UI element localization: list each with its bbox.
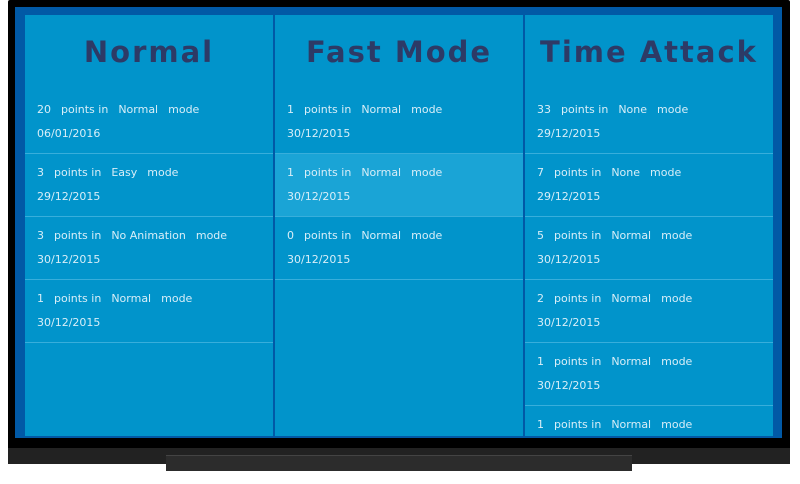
score-date: 06/01/2016	[37, 127, 101, 140]
score-date: 29/12/2015	[537, 190, 601, 203]
score-mode: Normal	[111, 292, 152, 305]
score-row[interactable]: 1 points in Normal mode 30/12/2015	[25, 280, 273, 343]
points-label: points in	[561, 103, 609, 116]
score-date: 30/12/2015	[537, 379, 601, 392]
mode-label: mode	[168, 103, 200, 116]
score-points: 0	[287, 229, 294, 242]
score-date: 30/12/2015	[287, 190, 351, 203]
score-mode: Normal	[361, 229, 402, 242]
points-label: points in	[554, 166, 602, 179]
score-row[interactable]: 1 points in Normal mode	[525, 406, 773, 436]
score-row[interactable]: 0 points in Normal mode 30/12/2015	[275, 217, 523, 280]
score-points: 3	[37, 229, 44, 242]
score-mode: Normal	[611, 418, 652, 431]
column-time-attack: Time Attack 33 points in None mode 29/12/20…	[525, 15, 773, 436]
column-fast-mode: Fast Mode 1 points in Normal mode 30/12/201…	[275, 15, 523, 436]
points-label: points in	[54, 166, 102, 179]
tv-stand	[166, 455, 632, 471]
score-row[interactable]: 3 points in Easy mode 29/12/2015	[25, 154, 273, 217]
score-row[interactable]: 2 points in Normal mode 30/12/2015	[525, 280, 773, 343]
score-date: 30/12/2015	[287, 127, 351, 140]
tv-screen: Normal 20 points in Normal mode 06/01/2016 …	[15, 7, 782, 438]
points-label: points in	[304, 166, 352, 179]
score-points: 20	[37, 103, 51, 116]
score-points: 1	[537, 355, 544, 368]
score-date: 29/12/2015	[37, 190, 101, 203]
mode-label: mode	[661, 292, 693, 305]
mode-label: mode	[650, 166, 682, 179]
score-points: 5	[537, 229, 544, 242]
score-date: 30/12/2015	[37, 316, 101, 329]
score-points: 2	[537, 292, 544, 305]
mode-label: mode	[661, 418, 693, 431]
score-row[interactable]: 3 points in No Animation mode 30/12/2015	[25, 217, 273, 280]
score-date: 29/12/2015	[537, 127, 601, 140]
score-date: 30/12/2015	[537, 316, 601, 329]
score-row[interactable]: 20 points in Normal mode 06/01/2016	[25, 91, 273, 154]
score-mode: Normal	[361, 103, 402, 116]
points-label: points in	[554, 229, 602, 242]
score-date: 30/12/2015	[537, 253, 601, 266]
score-points: 1	[37, 292, 44, 305]
mode-label: mode	[657, 103, 689, 116]
column-title: Time Attack	[540, 35, 758, 69]
score-mode: None	[618, 103, 648, 116]
column-normal: Normal 20 points in Normal mode 06/01/2016 …	[25, 15, 273, 436]
mode-label: mode	[411, 166, 443, 179]
column-title: Fast Mode	[305, 35, 493, 69]
mode-label: mode	[661, 229, 693, 242]
points-label: points in	[554, 418, 602, 431]
score-row[interactable]: 33 points in None mode 29/12/2015	[525, 91, 773, 154]
score-date: 30/12/2015	[37, 253, 101, 266]
score-date: 30/12/2015	[287, 253, 351, 266]
score-row[interactable]: 1 points in Normal mode 30/12/2015	[525, 343, 773, 406]
points-label: points in	[54, 229, 102, 242]
mode-label: mode	[195, 229, 228, 242]
mode-label: mode	[411, 229, 443, 242]
score-points: 33	[537, 103, 551, 116]
score-points: 1	[537, 418, 544, 431]
score-mode: Normal	[118, 103, 159, 116]
score-mode: No Animation	[111, 229, 186, 242]
mode-label: mode	[661, 355, 693, 368]
score-row[interactable]: 7 points in None mode 29/12/2015	[525, 154, 773, 217]
points-label: points in	[61, 103, 109, 116]
score-row-selected[interactable]: 1 points in Normal mode 30/12/2015	[275, 154, 523, 217]
score-row[interactable]: 1 points in Normal mode 30/12/2015	[275, 91, 523, 154]
points-label: points in	[554, 292, 602, 305]
score-mode: Normal	[611, 355, 652, 368]
score-row[interactable]: 5 points in Normal mode 30/12/2015	[525, 217, 773, 280]
score-mode: Normal	[361, 166, 402, 179]
score-mode: None	[611, 166, 641, 179]
column-title: Normal	[83, 35, 215, 69]
score-mode: Normal	[611, 229, 652, 242]
score-points: 1	[287, 166, 294, 179]
score-mode: Normal	[611, 292, 652, 305]
points-label: points in	[304, 229, 352, 242]
points-label: points in	[54, 292, 102, 305]
points-label: points in	[554, 355, 602, 368]
score-points: 7	[537, 166, 544, 179]
mode-label: mode	[147, 166, 179, 179]
mode-label: mode	[161, 292, 193, 305]
score-points: 3	[37, 166, 44, 179]
points-label: points in	[304, 103, 352, 116]
mode-label: mode	[411, 103, 443, 116]
score-mode: Easy	[111, 166, 138, 179]
score-points: 1	[287, 103, 294, 116]
